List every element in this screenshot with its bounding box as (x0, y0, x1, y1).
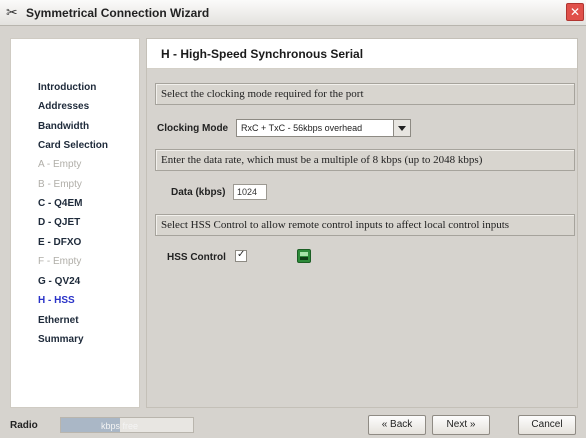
tools-icon: ✂ (6, 5, 18, 21)
bandwidth-progress-bar: kbps free (60, 417, 194, 433)
data-rate-label: Data (kbps) (171, 187, 226, 198)
sidebar-item-g-qv24[interactable]: G - QV24 (38, 276, 80, 287)
sidebar-item-e-dfxo[interactable]: E - DFXO (38, 237, 81, 248)
hss-info-bar: Select HSS Control to allow remote contr… (155, 214, 575, 236)
clocking-mode-select[interactable]: RxC + TxC - 56kbps overhead (236, 119, 411, 137)
hss-control-label: HSS Control (167, 252, 226, 263)
sidebar-item-summary[interactable]: Summary (38, 334, 84, 345)
clocking-info-bar: Select the clocking mode required for th… (155, 83, 575, 105)
sidebar-item-card-selection[interactable]: Card Selection (38, 140, 108, 151)
wizard-steps-sidebar: Introduction Addresses Bandwidth Card Se… (10, 38, 140, 408)
chevron-down-icon[interactable] (393, 120, 410, 136)
clocking-mode-value: RxC + TxC - 56kbps overhead (241, 123, 363, 133)
hss-prompt: Select HSS Control to allow remote contr… (161, 219, 510, 231)
progress-text: kbps free (101, 421, 139, 431)
back-button[interactable]: « Back (368, 415, 426, 435)
rate-info-bar: Enter the data rate, which must be a mul… (155, 149, 575, 171)
sidebar-item-h-hss[interactable]: H - HSS (38, 295, 75, 306)
window-title: Symmetrical Connection Wizard (26, 6, 210, 20)
page-title: H - High-Speed Synchronous Serial (161, 47, 364, 61)
rate-prompt: Enter the data rate, which must be a mul… (161, 154, 483, 166)
sidebar-item-a-empty: A - Empty (38, 159, 82, 170)
sidebar-item-b-empty: B - Empty (38, 179, 82, 190)
sidebar-item-c-q4em[interactable]: C - Q4EM (38, 198, 82, 209)
sidebar-item-f-empty: F - Empty (38, 256, 82, 267)
sidebar-item-bandwidth[interactable]: Bandwidth (38, 121, 89, 132)
wizard-footer: Radio kbps free « Back Next » Cancel (0, 414, 586, 438)
sidebar-item-d-qjet[interactable]: D - QJET (38, 217, 80, 228)
clocking-prompt: Select the clocking mode required for th… (161, 88, 364, 100)
step-heading-bar: H - High-Speed Synchronous Serial (147, 39, 577, 69)
green-status-icon (297, 249, 311, 263)
sidebar-item-introduction[interactable]: Introduction (38, 82, 96, 93)
radio-label: Radio (10, 420, 38, 431)
cancel-button[interactable]: Cancel (518, 415, 576, 435)
hss-control-checkbox[interactable] (235, 249, 247, 262)
sidebar-item-addresses[interactable]: Addresses (38, 101, 89, 112)
next-button[interactable]: Next » (432, 415, 490, 435)
close-button[interactable]: ✕ (566, 3, 584, 21)
step-content-panel: H - High-Speed Synchronous Serial Select… (146, 38, 578, 408)
data-rate-field[interactable] (233, 184, 267, 200)
sidebar-item-ethernet[interactable]: Ethernet (38, 315, 79, 326)
title-bar: ✂ Symmetrical Connection Wizard ✕ (0, 0, 586, 26)
clocking-mode-label: Clocking Mode (157, 123, 229, 134)
